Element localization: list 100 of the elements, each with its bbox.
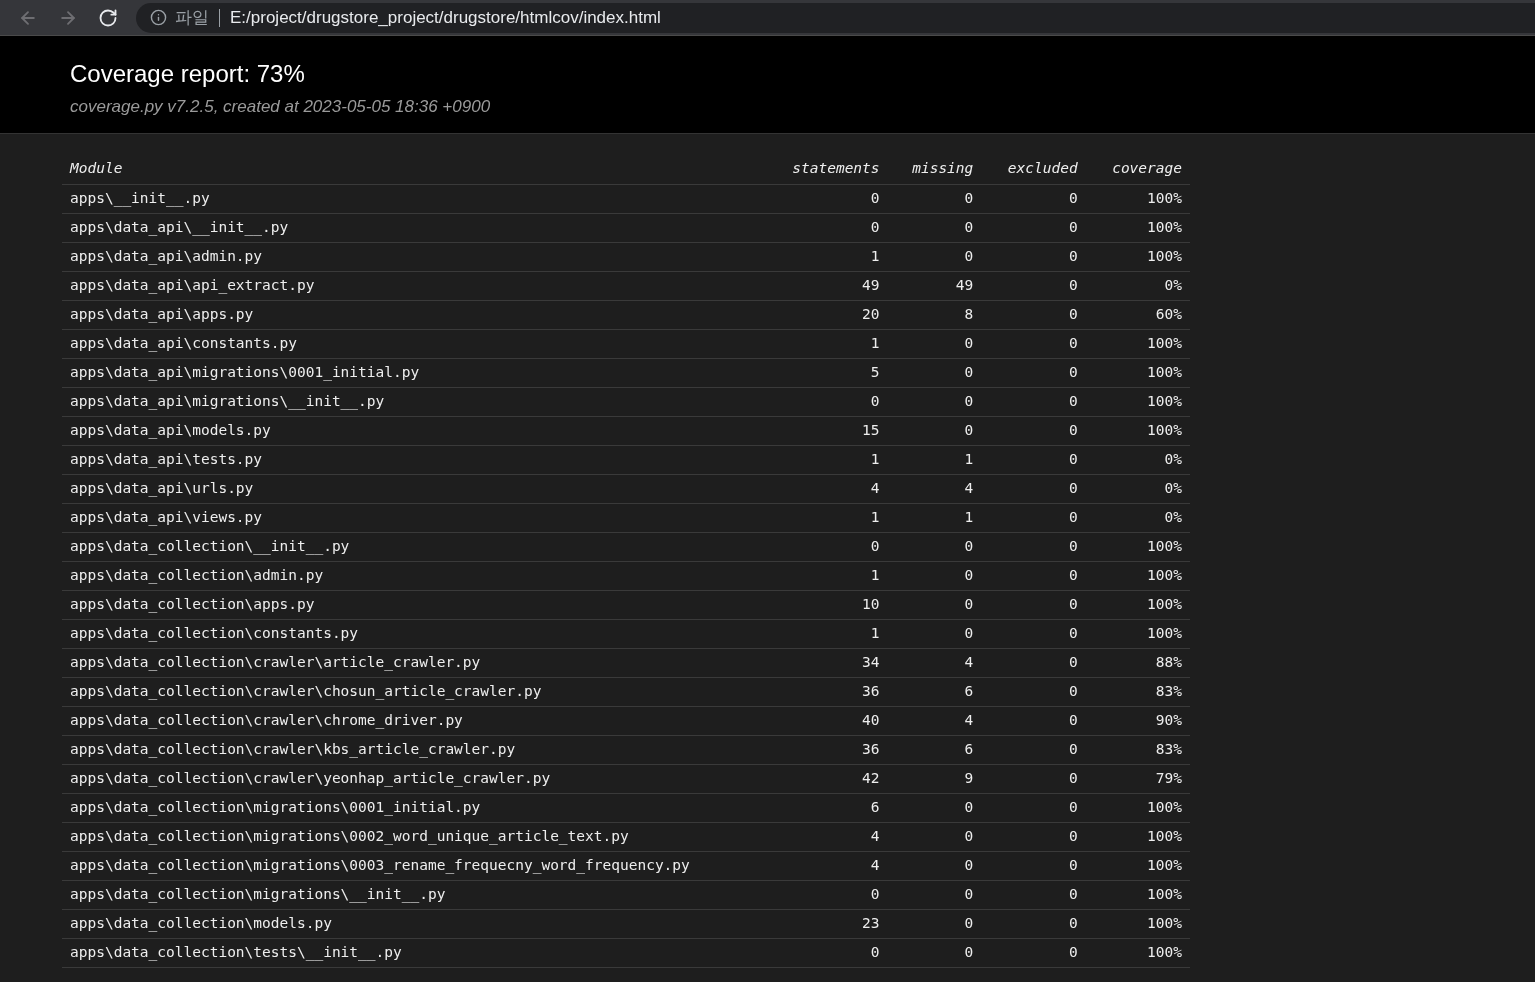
table-cell: 0 (1068, 740, 1078, 757)
table-cell: 79% (1155, 769, 1182, 786)
table-cell: 0 (1068, 392, 1078, 409)
table-cell: 0 (964, 624, 974, 641)
table-cell: 23 (862, 914, 880, 931)
table-cell: 0 (1068, 218, 1078, 235)
table-cell: 5 (870, 363, 880, 380)
table-cell: 20 (862, 305, 880, 322)
table-cell: 0 (1068, 827, 1078, 844)
module-link[interactable]: apps\data_api\models.py (70, 421, 271, 438)
column-header: excluded (1007, 159, 1078, 176)
table-cell: 0 (964, 189, 974, 206)
table-cell: 10 (862, 595, 880, 612)
table-cell: 0 (1068, 653, 1078, 670)
table-cell: 34 (862, 653, 880, 670)
table-cell: 15 (862, 421, 880, 438)
table-cell: 4 (964, 711, 974, 728)
table-cell: 100% (1147, 943, 1182, 960)
table-cell: 0 (870, 392, 880, 409)
table-cell: 100% (1147, 218, 1182, 235)
table-cell: 83% (1155, 740, 1182, 757)
column-header: statements (792, 159, 880, 176)
table-cell: 0 (1068, 479, 1078, 496)
module-link[interactable]: apps\data_collection\migrations\__init__.py (70, 885, 446, 902)
table-cell: 100% (1147, 827, 1182, 844)
module-link[interactable]: apps\data_collection\migrations\0002_word_unique_article_text.py (70, 827, 629, 844)
module-link[interactable]: apps\data_api\apps.py (70, 305, 254, 322)
table-cell: 0 (964, 537, 974, 554)
table-cell: 6 (964, 740, 974, 757)
column-header: coverage (1112, 159, 1182, 176)
table-cell: 100% (1147, 885, 1182, 902)
column-header: Module (70, 159, 123, 176)
module-link[interactable]: apps\data_api\migrations\__init__.py (70, 392, 385, 409)
table-cell: 1 (870, 247, 880, 264)
info-icon[interactable] (150, 9, 167, 26)
table-cell: 0 (964, 247, 974, 264)
table-cell: 0 (964, 392, 974, 409)
table-cell: 100% (1147, 334, 1182, 351)
table-cell: 6 (870, 798, 880, 815)
module-link[interactable]: apps\data_collection\crawler\yeonhap_article_crawler.py (70, 769, 551, 786)
module-link[interactable]: apps\data_api\__init__.py (70, 218, 289, 235)
module-link[interactable]: apps\data_collection\crawler\chosun_article_crawler.py (70, 682, 542, 699)
table-cell: 0 (964, 827, 974, 844)
table-cell: 0 (1068, 885, 1078, 902)
module-link[interactable]: apps\data_api\constants.py (70, 334, 297, 351)
table-cell: 36 (862, 740, 880, 757)
table-cell: 100% (1147, 392, 1182, 409)
table-cell: 1 (870, 450, 880, 467)
table-cell: 4 (870, 479, 880, 496)
module-link[interactable]: apps\data_collection\__init__.py (70, 537, 350, 554)
module-link[interactable]: apps\data_api\tests.py (70, 450, 263, 467)
report-subtitle: coverage.py v7.2.5, created at 2023-05-05 18:36 +0900 (70, 96, 492, 118)
table-cell: 0 (1068, 305, 1078, 322)
table-cell: 49 (862, 276, 880, 293)
table-cell: 0 (870, 885, 880, 902)
table-cell: 0 (1068, 421, 1078, 438)
module-link[interactable]: apps\data_collection\crawler\article_crawler.py (70, 653, 481, 670)
table-cell: 100% (1147, 798, 1182, 815)
table-cell: 0 (964, 566, 974, 583)
table-cell: 0 (964, 914, 974, 931)
table-cell: 0 (1068, 711, 1078, 728)
module-link[interactable]: apps\data_collection\migrations\0003_rename_frequecny_word_frequency.py (70, 856, 690, 873)
table-cell: 90% (1155, 711, 1182, 728)
table-cell: 0 (964, 421, 974, 438)
table-cell: 9 (964, 769, 974, 786)
table-cell: 40 (862, 711, 880, 728)
table-cell: 0 (1068, 624, 1078, 641)
table-cell: 4 (870, 827, 880, 844)
module-link[interactable]: apps\data_collection\migrations\0001_initial.py (70, 798, 481, 815)
module-link[interactable]: apps\data_api\urls.py (70, 479, 254, 496)
table-cell: 0 (1068, 276, 1078, 293)
module-link[interactable]: apps\data_collection\models.py (70, 914, 332, 931)
table-cell: 0% (1164, 276, 1182, 293)
module-link[interactable]: apps\data_collection\apps.py (70, 595, 315, 612)
table-cell: 42 (862, 769, 880, 786)
module-link[interactable]: apps\data_collection\crawler\kbs_article_crawler.py (70, 740, 516, 757)
module-link[interactable]: apps\data_collection\admin.py (70, 566, 324, 583)
url-text: E:/project/drugstore_project/drugstore/htmlcov/index.html (230, 6, 661, 29)
table-cell: 1 (870, 508, 880, 525)
module-link[interactable]: apps\__init__.py (70, 189, 210, 206)
module-link[interactable]: apps\data_api\migrations\0001_initial.py (70, 363, 420, 380)
address-bar[interactable]: 파일 E:/project/drugstore_project/drugstore/htmlcov/index.html (136, 2, 1535, 33)
table-cell: 100% (1147, 595, 1182, 612)
module-link[interactable]: apps\data_api\api_extract.py (70, 276, 315, 293)
table-cell: 0 (1068, 566, 1078, 583)
table-cell: 0 (870, 218, 880, 235)
module-link[interactable]: apps\data_api\views.py (70, 508, 263, 525)
table-cell: 6 (964, 682, 974, 699)
module-link[interactable]: apps\data_collection\constants.py (70, 624, 359, 641)
table-cell: 0 (1068, 450, 1078, 467)
table-cell: 49 (955, 276, 974, 293)
table-cell: 100% (1147, 189, 1182, 206)
table-cell: 0 (964, 595, 974, 612)
table-cell: 0 (1068, 537, 1078, 554)
table-cell: 8 (964, 305, 974, 322)
module-link[interactable]: apps\data_api\admin.py (70, 247, 263, 264)
module-link[interactable]: apps\data_collection\crawler\chrome_driver.py (70, 711, 463, 728)
table-cell: 0 (870, 189, 880, 206)
scheme-label: 파일 (175, 6, 209, 29)
module-link[interactable]: apps\data_collection\tests\__init__.py (70, 943, 402, 960)
